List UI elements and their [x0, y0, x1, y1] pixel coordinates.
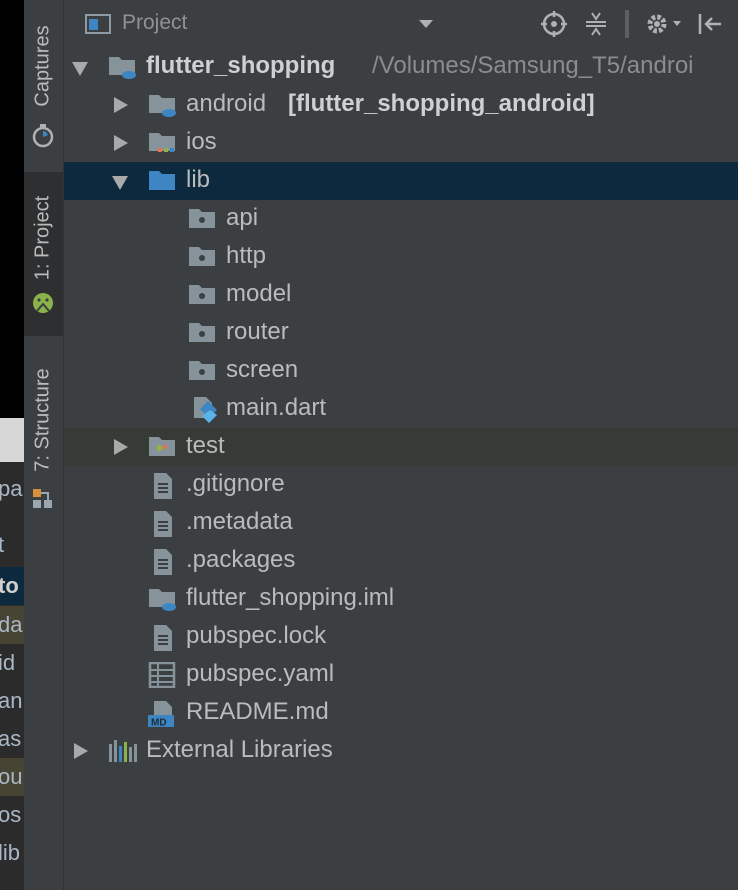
tree-row-screen[interactable]: screen — [64, 352, 738, 390]
tree-row-router[interactable]: router — [64, 314, 738, 352]
tree-item-label: main.dart — [226, 394, 327, 421]
tree-item-label: .metadata — [186, 508, 293, 535]
hide-panel-icon[interactable] — [696, 10, 724, 38]
package-folder-icon — [188, 282, 216, 308]
expand-arrow-icon[interactable] — [114, 97, 128, 113]
tree-item-label: test — [186, 432, 225, 459]
tree-row-pubspec-yaml[interactable]: pubspec.yaml — [64, 656, 738, 694]
tree-row-lib[interactable]: lib — [64, 162, 738, 200]
chevron-down-icon[interactable] — [412, 10, 440, 38]
tree-item-label: lib — [186, 166, 211, 193]
test-folder-icon — [148, 434, 176, 460]
toolbar-separator — [625, 10, 629, 38]
tool-window-stripe: Captures 1: Project 7: Structure — [24, 0, 64, 890]
tree-row-metadata[interactable]: .metadata — [64, 504, 738, 542]
tab-structure[interactable]: 7: Structure — [24, 350, 63, 520]
module-name: [flutter_shopping_android] — [288, 90, 595, 117]
ios-folder-icon — [148, 130, 176, 156]
structure-icon — [33, 489, 52, 508]
collapse-arrow-icon[interactable] — [72, 62, 88, 76]
tree-item-label: model — [226, 280, 292, 307]
tree-row-main-dart[interactable]: main.dart — [64, 390, 738, 428]
yaml-file-icon — [148, 661, 176, 689]
dart-file-icon — [190, 396, 218, 423]
tree-item-label: pubspec.lock — [186, 622, 327, 649]
text-file-icon — [152, 510, 180, 537]
tree-item-label: External Libraries — [146, 736, 333, 763]
project-tree: flutter_shopping /Volumes/Samsung_T5/and… — [64, 48, 738, 890]
tab-captures-label: Captures — [31, 25, 54, 107]
package-folder-icon — [188, 358, 216, 384]
tree-row-pubspec-lock[interactable]: pubspec.lock — [64, 618, 738, 656]
background-black-area — [0, 0, 24, 418]
background-fragment: to — [0, 567, 24, 605]
tree-row-test[interactable]: test — [64, 428, 738, 466]
project-folder-icon — [108, 54, 136, 80]
tree-row-readme[interactable]: MD README.md — [64, 694, 738, 732]
expand-arrow-icon[interactable] — [114, 135, 128, 151]
tree-item-label: android — [186, 90, 267, 117]
background-tab — [0, 418, 24, 462]
library-icon — [108, 738, 137, 764]
root-name: flutter_shopping — [146, 52, 336, 79]
package-folder-icon — [188, 206, 216, 232]
tab-project-label: 1: Project — [31, 195, 54, 281]
tree-row-gitignore[interactable]: .gitignore — [64, 466, 738, 504]
package-folder-icon — [188, 320, 216, 346]
tab-structure-label: 7: Structure — [31, 368, 54, 472]
background-fragment: an — [0, 688, 23, 713]
stopwatch-icon — [32, 124, 54, 148]
android-icon — [33, 293, 53, 313]
tree-item-label: pubspec.yaml — [186, 660, 335, 687]
tree-item-label: .gitignore — [186, 470, 285, 497]
collapse-all-icon[interactable] — [582, 10, 610, 38]
tree-row-root[interactable]: flutter_shopping /Volumes/Samsung_T5/and… — [64, 48, 738, 86]
tree-item-label: screen — [226, 356, 299, 383]
text-file-icon — [152, 624, 180, 651]
svg-text:MD: MD — [151, 718, 167, 729]
background-fragment: as — [0, 726, 22, 751]
expand-arrow-icon[interactable] — [74, 743, 88, 759]
tree-item-label: .packages — [186, 546, 296, 573]
markdown-file-icon: MD — [148, 700, 176, 729]
project-toolbar: Project — [64, 0, 738, 49]
package-folder-icon — [188, 244, 216, 270]
root-path: /Volumes/Samsung_T5/androi — [372, 52, 694, 79]
tree-row-ios[interactable]: ios — [64, 124, 738, 162]
module-file-icon — [148, 586, 176, 612]
crosshair-icon[interactable] — [540, 10, 568, 38]
expand-arrow-icon[interactable] — [114, 439, 128, 455]
collapse-arrow-icon[interactable] — [112, 176, 128, 190]
tree-item-label: ios — [186, 128, 217, 155]
tab-captures[interactable]: Captures — [24, 8, 63, 158]
tab-project[interactable]: 1: Project — [24, 172, 63, 336]
tree-row-api[interactable]: api — [64, 200, 738, 238]
source-folder-icon — [148, 168, 176, 194]
tree-item-label: router — [226, 318, 289, 345]
background-fragment: id — [0, 650, 16, 675]
tree-item-label: api — [226, 204, 259, 231]
tree-row-external-libraries[interactable]: External Libraries — [64, 732, 738, 770]
tree-item-label: README.md — [186, 698, 329, 725]
background-fragment: t — [0, 532, 5, 557]
background-fragment: lib — [0, 840, 21, 865]
gear-icon[interactable] — [642, 10, 686, 38]
tree-item-label: flutter_shopping.iml — [186, 584, 395, 611]
tree-row-http[interactable]: http — [64, 238, 738, 276]
background-fragment: pa — [0, 476, 23, 501]
background-fragment: ou — [0, 758, 24, 796]
background-fragment: da — [0, 606, 24, 644]
tree-row-android[interactable]: android [flutter_shopping_android] — [64, 86, 738, 124]
tree-row-iml[interactable]: flutter_shopping.iml — [64, 580, 738, 618]
tree-row-model[interactable]: model — [64, 276, 738, 314]
panel-title[interactable]: Project — [122, 11, 187, 35]
background-fragment: os — [0, 802, 22, 827]
module-folder-icon — [148, 92, 176, 118]
tree-item-label: http — [226, 242, 267, 269]
text-file-icon — [152, 472, 180, 499]
tree-row-packages[interactable]: .packages — [64, 542, 738, 580]
text-file-icon — [152, 548, 180, 575]
project-view-icon — [84, 10, 112, 38]
